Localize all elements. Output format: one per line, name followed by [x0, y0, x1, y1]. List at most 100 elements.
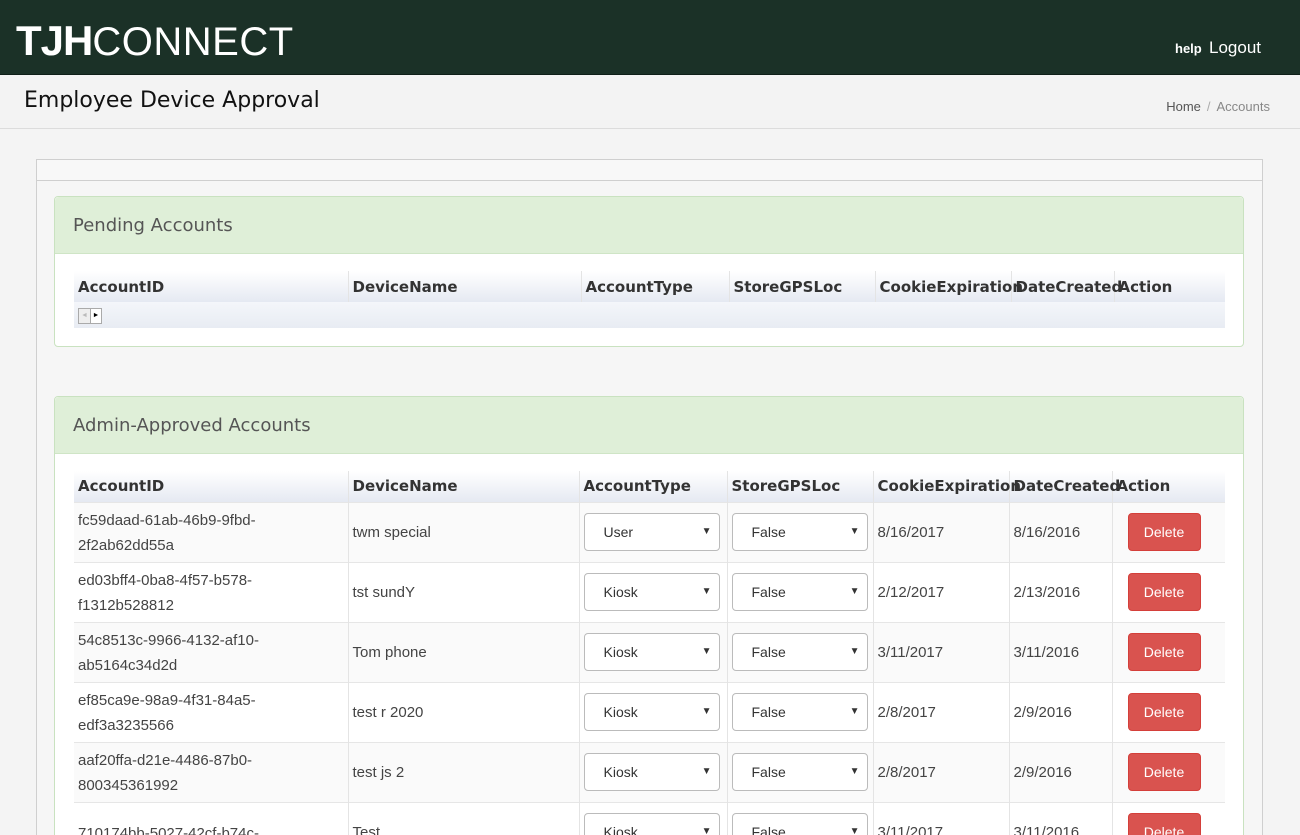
col-header-devicename[interactable]: DeviceName — [348, 271, 582, 302]
table-row: 710174bb-5027-42cf-b74c- Test Kiosk ▼ Fal… — [74, 801, 1225, 835]
delete-button[interactable]: Delete — [1127, 573, 1201, 611]
help-link[interactable]: help — [1175, 41, 1202, 56]
table-row: ef85ca9e-98a9-4f31-84a5- edf3a3235566 tes… — [74, 681, 1225, 742]
store-gps-cell: False ▼ — [727, 501, 874, 562]
date-created-cell: 8/16/2016 — [1009, 501, 1113, 562]
col-header-datecreated[interactable]: DateCreated — [1009, 471, 1120, 502]
date-created-cell: 3/11/2016 — [1009, 801, 1113, 835]
dropdown-arrow-icon: ▼ — [701, 526, 712, 537]
device-name-cell: test r 2020 — [348, 681, 580, 742]
store-gps-cell: False ▼ — [727, 741, 874, 802]
tjh-connect-logo[interactable]: TJHCONNECT — [16, 19, 294, 65]
pager-prev-icon[interactable]: ◄ — [79, 309, 90, 323]
store-gps-select[interactable]: False ▼ — [731, 633, 868, 671]
device-name-cell: tst sundY — [348, 561, 580, 622]
dropdown-arrow-icon: ▼ — [849, 826, 860, 835]
pager-row: ◄ ► — [74, 302, 1225, 328]
cookie-expiration-cell: 8/16/2017 — [873, 501, 1010, 562]
delete-button[interactable]: Delete — [1127, 693, 1201, 731]
col-header-cookieexpiration[interactable]: CookieExpiration — [873, 471, 1021, 502]
action-cell: Delete — [1112, 501, 1225, 562]
dropdown-arrow-icon: ▼ — [849, 706, 860, 717]
date-created-cell: 2/13/2016 — [1009, 561, 1113, 622]
store-gps-select[interactable]: False ▼ — [731, 753, 868, 791]
action-cell: Delete — [1112, 741, 1225, 802]
col-header-accountid[interactable]: AccountID — [74, 271, 349, 302]
cookie-expiration-cell: 3/11/2017 — [873, 801, 1010, 835]
col-header-datecreated[interactable]: DateCreated — [1011, 271, 1122, 302]
account-type-cell: User ▼ — [579, 501, 728, 562]
date-created-cell: 2/9/2016 — [1009, 681, 1113, 742]
account-type-select[interactable]: User ▼ — [583, 513, 720, 551]
approved-accounts-panel: Admin-Approved Accounts AccountID Device… — [54, 396, 1244, 835]
account-type-select[interactable]: Kiosk ▼ — [583, 693, 720, 731]
action-cell: Delete — [1112, 681, 1225, 742]
account-id-cell: fc59daad-61ab-46b9-9fbd- 2f2ab62dd55a — [74, 501, 349, 562]
pending-accounts-title: Pending Accounts — [55, 197, 1243, 254]
col-header-storegpsloc[interactable]: StoreGPSLoc — [727, 471, 874, 502]
page-title: Employee Device Approval — [24, 88, 320, 113]
page-header: Employee Device Approval Home / Accounts — [0, 75, 1300, 129]
store-gps-select[interactable]: False ▼ — [731, 573, 868, 611]
store-gps-cell: False ▼ — [727, 681, 874, 742]
device-name-cell: Test — [348, 801, 580, 835]
cookie-expiration-cell: 2/12/2017 — [873, 561, 1010, 622]
delete-button[interactable]: Delete — [1127, 813, 1201, 835]
col-header-action[interactable]: Action — [1114, 271, 1225, 302]
device-name-cell: test js 2 — [348, 741, 580, 802]
account-type-cell: Kiosk ▼ — [579, 741, 728, 802]
account-type-cell: Kiosk ▼ — [579, 621, 728, 682]
table-row: 54c8513c-9966-4132-af10- ab5164c34d2d Tom… — [74, 621, 1225, 682]
col-header-accounttype[interactable]: AccountType — [579, 471, 728, 502]
delete-button[interactable]: Delete — [1127, 753, 1201, 791]
store-gps-cell: False ▼ — [727, 561, 874, 622]
pager-control: ◄ ► — [78, 307, 102, 324]
breadcrumb-separator: / — [1206, 99, 1211, 114]
table-row: fc59daad-61ab-46b9-9fbd- 2f2ab62dd55a twm… — [74, 501, 1225, 562]
account-id-cell: ef85ca9e-98a9-4f31-84a5- edf3a3235566 — [74, 681, 349, 742]
dropdown-arrow-icon: ▼ — [849, 646, 860, 657]
account-id-cell: ed03bff4-0ba8-4f57-b578- f1312b528812 — [74, 561, 349, 622]
col-header-cookieexpiration[interactable]: CookieExpiration — [875, 271, 1023, 302]
table-row: ed03bff4-0ba8-4f57-b578- f1312b528812 tst… — [74, 561, 1225, 622]
action-cell: Delete — [1112, 801, 1225, 835]
date-created-cell: 2/9/2016 — [1009, 741, 1113, 802]
store-gps-select[interactable]: False ▼ — [731, 693, 868, 731]
account-type-cell: Kiosk ▼ — [579, 681, 728, 742]
breadcrumb-home[interactable]: Home — [1166, 99, 1201, 114]
account-type-select[interactable]: Kiosk ▼ — [583, 813, 720, 835]
col-header-devicename[interactable]: DeviceName — [348, 471, 580, 502]
delete-button[interactable]: Delete — [1127, 633, 1201, 671]
device-name-cell: Tom phone — [348, 621, 580, 682]
date-created-cell: 3/11/2016 — [1009, 621, 1113, 682]
account-id-cell: 710174bb-5027-42cf-b74c- — [74, 801, 349, 835]
breadcrumb-accounts: Accounts — [1216, 99, 1270, 114]
cookie-expiration-cell: 2/8/2017 — [873, 681, 1010, 742]
store-gps-select[interactable]: False ▼ — [731, 813, 868, 835]
col-header-accountid[interactable]: AccountID — [74, 471, 349, 502]
account-type-select[interactable]: Kiosk ▼ — [583, 633, 720, 671]
account-id-cell: 54c8513c-9966-4132-af10- ab5164c34d2d — [74, 621, 349, 682]
delete-button[interactable]: Delete — [1127, 513, 1201, 551]
cookie-expiration-cell: 3/11/2017 — [873, 621, 1010, 682]
logout-link[interactable]: Logout — [1209, 38, 1261, 58]
dropdown-arrow-icon: ▼ — [701, 826, 712, 835]
pager-next-icon[interactable]: ► — [90, 308, 101, 323]
breadcrumb: Home / Accounts — [1166, 99, 1270, 114]
col-header-action[interactable]: Action — [1112, 471, 1225, 502]
dropdown-arrow-icon: ▼ — [701, 586, 712, 597]
pending-accounts-table: AccountID DeviceName AccountType StoreGP… — [74, 271, 1225, 328]
dropdown-arrow-icon: ▼ — [849, 586, 860, 597]
approved-accounts-title: Admin-Approved Accounts — [55, 397, 1243, 454]
store-gps-select[interactable]: False ▼ — [731, 513, 868, 551]
col-header-accounttype[interactable]: AccountType — [581, 271, 730, 302]
dropdown-arrow-icon: ▼ — [849, 526, 860, 537]
device-name-cell: twm special — [348, 501, 580, 562]
dropdown-arrow-icon: ▼ — [701, 646, 712, 657]
account-type-cell: Kiosk ▼ — [579, 801, 728, 835]
dropdown-arrow-icon: ▼ — [849, 766, 860, 777]
store-gps-cell: False ▼ — [727, 621, 874, 682]
account-type-select[interactable]: Kiosk ▼ — [583, 573, 720, 611]
col-header-storegpsloc[interactable]: StoreGPSLoc — [729, 271, 876, 302]
account-type-select[interactable]: Kiosk ▼ — [583, 753, 720, 791]
